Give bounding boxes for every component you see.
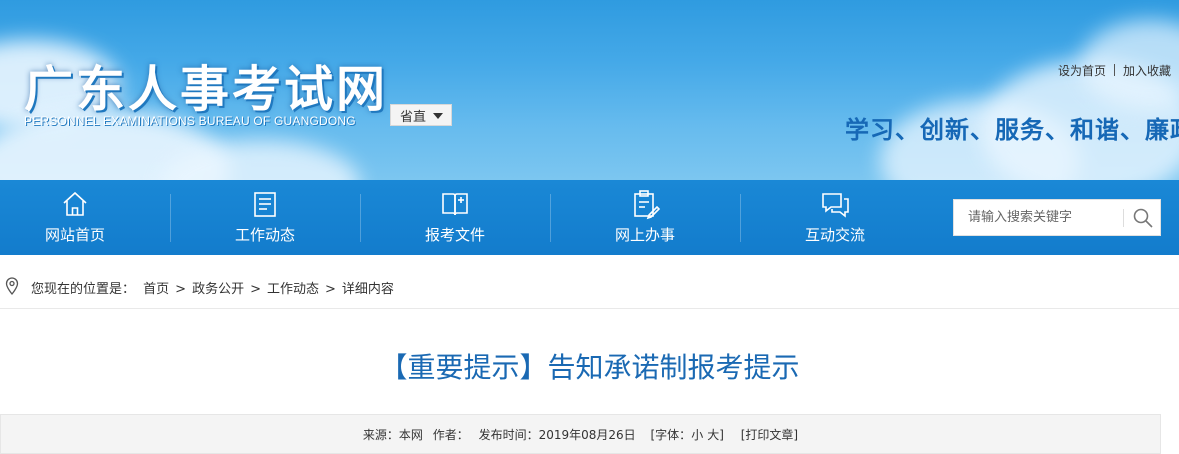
breadcrumb-current: 详细内容 — [341, 282, 394, 297]
nav-item-exam-documents[interactable]: 报考文件 — [360, 180, 550, 255]
breadcrumb-separator: > — [175, 282, 187, 297]
region-select[interactable]: 省直 — [390, 104, 452, 126]
site-logo-subtitle: PERSONNEL EXAMINATIONS BUREAU OF GUANGDO… — [24, 114, 356, 128]
article-publish-date: 发布时间：2019年08月26日 — [478, 428, 636, 442]
nav-item-online-services[interactable]: 网上办事 — [550, 180, 740, 255]
print-article-button[interactable]: [打印文章] — [741, 428, 798, 442]
article-author: 作者： — [432, 428, 469, 442]
top-links: 设为首页 加入收藏 — [1058, 62, 1171, 79]
home-icon — [63, 191, 87, 216]
clipboard-edit-icon — [634, 190, 661, 220]
site-slogan: 学习、创新、服务、和谐、廉政 — [845, 116, 1179, 144]
set-homepage-link[interactable]: 设为首页 — [1058, 64, 1106, 78]
breadcrumb-gov-affairs[interactable]: 政务公开 — [192, 282, 244, 297]
breadcrumb-separator: > — [250, 282, 261, 297]
search-input[interactable] — [954, 200, 1119, 235]
nav-item-label: 网站首页 — [44, 226, 105, 244]
search-icon[interactable] — [1131, 206, 1155, 230]
breadcrumb-prefix: 您现在的位置是： — [31, 282, 136, 297]
nav-item-label: 工作动态 — [234, 226, 295, 244]
search-box — [953, 199, 1161, 236]
font-small-button[interactable]: 小 — [691, 428, 703, 442]
breadcrumb-separator: > — [325, 282, 336, 297]
font-size-close: ] — [719, 428, 724, 442]
nav-item-label: 互动交流 — [804, 226, 865, 244]
nav-item-interaction[interactable]: 互动交流 — [740, 180, 930, 255]
open-book-icon — [442, 193, 468, 216]
search-divider — [1123, 209, 1124, 227]
breadcrumb-work-news[interactable]: 工作动态 — [267, 282, 319, 297]
nav-item-label: 报考文件 — [424, 226, 485, 244]
caret-down-icon — [433, 113, 443, 119]
chat-bubbles-icon — [822, 193, 849, 218]
region-select-value: 省直 — [400, 109, 427, 125]
header-banner: 广东人事考试网 PERSONNEL EXAMINATIONS BUREAU OF… — [0, 0, 1179, 180]
top-links-divider — [1113, 64, 1115, 76]
nav-item-home[interactable]: 网站首页 — [0, 180, 170, 255]
nav-item-work-news[interactable]: 工作动态 — [170, 180, 360, 255]
article-meta-bar: 来源：本网 作者： 发布时间：2019年08月26日 [字体：小 大] [打印文章… — [0, 414, 1161, 454]
font-large-button[interactable]: 大 — [707, 428, 719, 442]
breadcrumb-divider — [0, 308, 1179, 309]
site-logo-title[interactable]: 广东人事考试网 — [24, 50, 388, 121]
article-source: 来源：本网 — [362, 428, 423, 442]
document-list-icon — [254, 192, 276, 217]
font-size-label: [字体： — [650, 428, 692, 442]
location-pin-icon — [5, 277, 19, 295]
nav-item-label: 网上办事 — [614, 226, 675, 244]
breadcrumb-home[interactable]: 首页 — [143, 282, 169, 297]
add-favorite-link[interactable]: 加入收藏 — [1123, 64, 1171, 78]
article-title: 【重要提示】告知承诺制报考提示 — [379, 351, 800, 384]
